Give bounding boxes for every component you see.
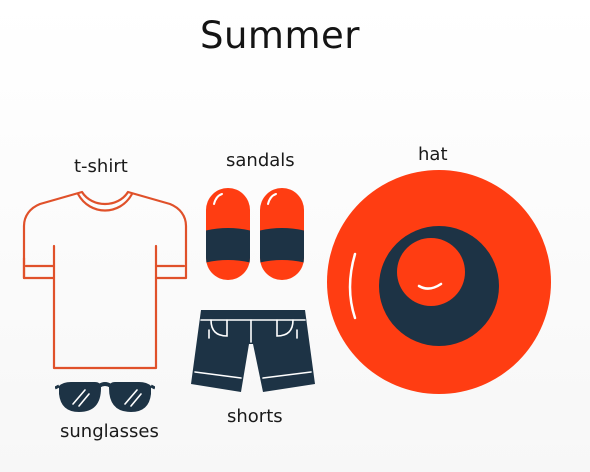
sandals-label: sandals bbox=[226, 150, 295, 171]
summer-slide: Summer t-shirt sandals hat shorts sungla… bbox=[0, 0, 590, 472]
hat-icon bbox=[327, 170, 551, 394]
tshirt-label: t-shirt bbox=[74, 156, 128, 177]
page-title: Summer bbox=[200, 14, 360, 57]
sunglasses-label: sunglasses bbox=[60, 421, 159, 442]
tshirt-icon bbox=[22, 190, 188, 370]
shorts-icon bbox=[191, 310, 315, 392]
hat-label: hat bbox=[418, 144, 448, 165]
sunglasses-icon bbox=[55, 382, 155, 412]
shorts-label: shorts bbox=[227, 406, 283, 427]
sandals-icon bbox=[206, 188, 304, 280]
